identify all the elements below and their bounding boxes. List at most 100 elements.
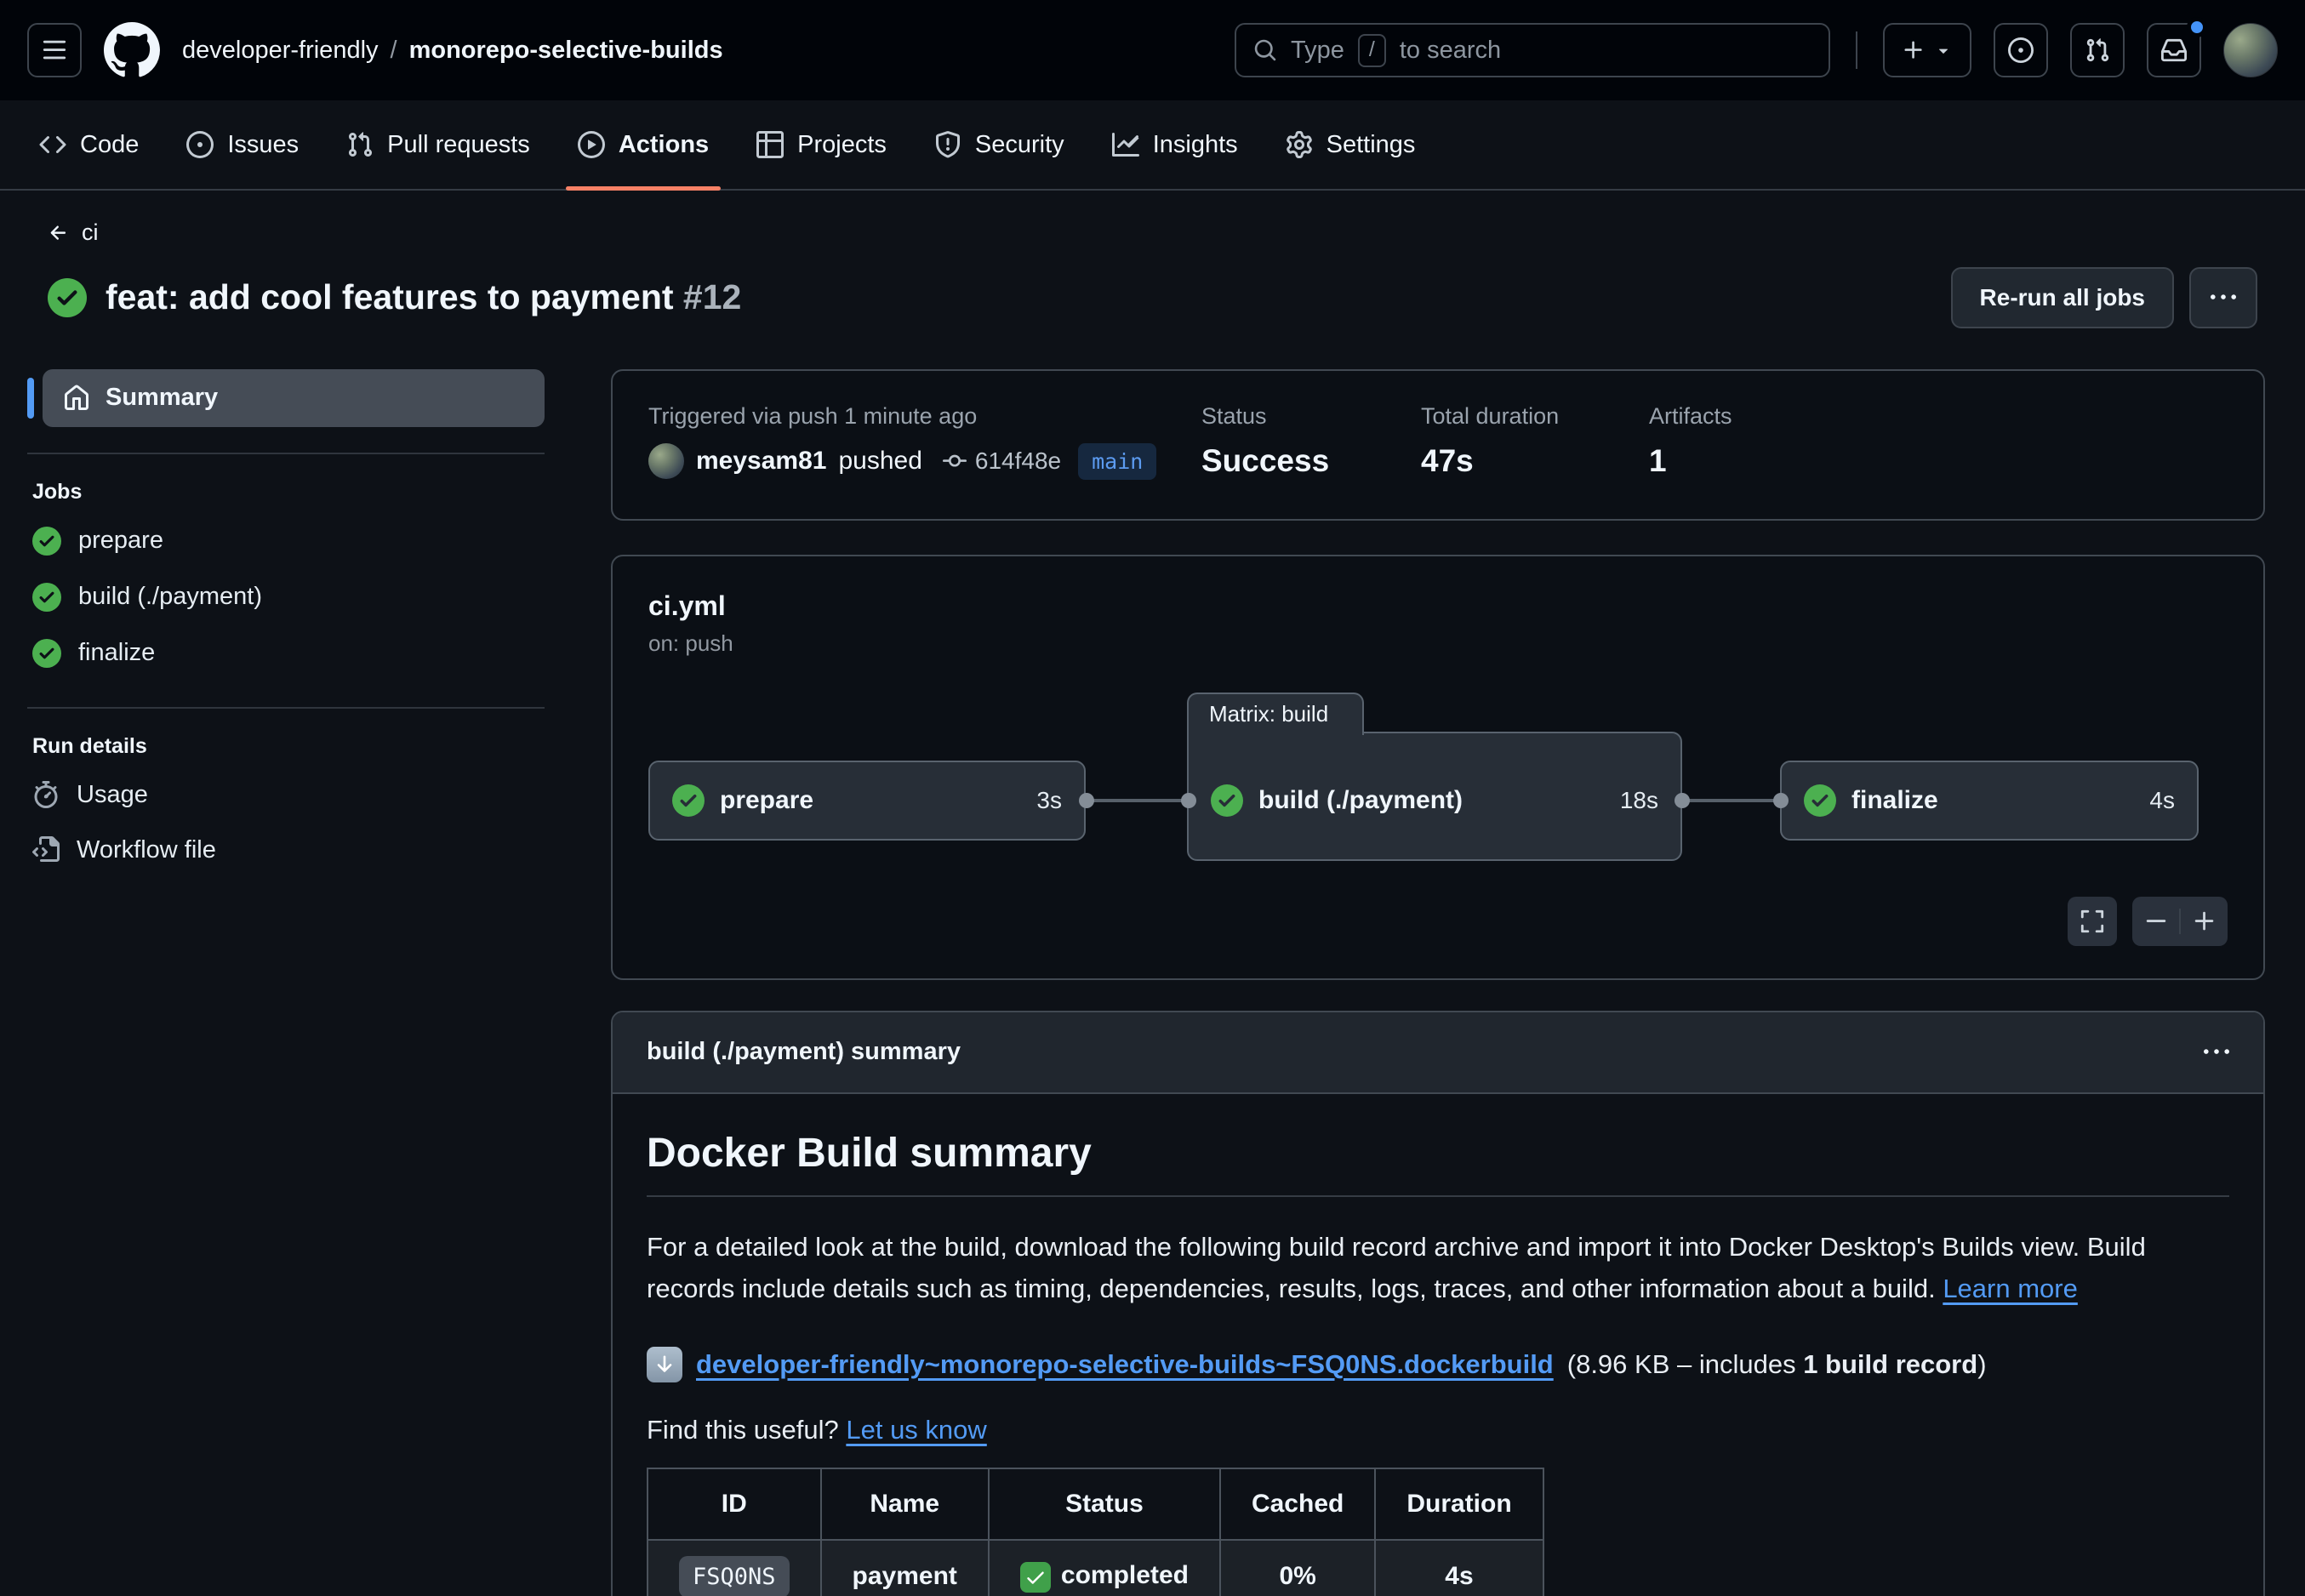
breadcrumb: developer-friendly / monorepo-selective-… — [182, 37, 723, 65]
tab-settings[interactable]: Settings — [1262, 100, 1440, 189]
node-duration: 18s — [1620, 787, 1658, 814]
tab-label: Settings — [1327, 131, 1416, 159]
graph-node-build-payment[interactable]: build (./payment) 18s — [1189, 761, 1680, 841]
graph-zoom-controls — [2132, 897, 2228, 946]
cell-name: payment — [821, 1540, 989, 1596]
sidebar-item-summary[interactable]: Summary — [43, 369, 545, 427]
user-avatar[interactable] — [2223, 23, 2278, 77]
actor-link[interactable]: meysam81 — [696, 447, 826, 476]
job-summary-kebab-button[interactable] — [2204, 1040, 2229, 1065]
sidebar-divider — [27, 453, 545, 454]
kebab-icon — [2211, 285, 2236, 311]
slash-keycap: / — [1358, 34, 1386, 67]
workflow-name: ci — [82, 219, 99, 246]
status-label: Status — [1201, 403, 1421, 430]
breadcrumb-owner-link[interactable]: developer-friendly — [182, 37, 379, 65]
check-circle-icon — [32, 639, 61, 668]
issues-dashboard-button[interactable] — [1994, 23, 2048, 77]
node-duration: 4s — [2149, 787, 2175, 814]
run-stats-panel: Triggered via push 1 minute ago meysam81… — [611, 369, 2265, 521]
status-value: Success — [1201, 443, 1421, 479]
actor-avatar[interactable] — [648, 443, 684, 479]
hamburger-menu-button[interactable] — [27, 23, 82, 77]
graph-edge-dot — [1181, 793, 1196, 808]
tab-issues[interactable]: Issues — [163, 100, 322, 189]
job-label: build (./payment) — [78, 583, 262, 611]
stopwatch-icon — [32, 781, 60, 808]
node-label: prepare — [720, 786, 813, 815]
search-input[interactable]: Type / to search — [1235, 23, 1830, 77]
cell-id: FSQ0NS — [648, 1540, 821, 1596]
learn-more-link[interactable]: Learn more — [1943, 1274, 2078, 1303]
sidebar-job-build-payment[interactable]: build (./payment) — [27, 569, 545, 625]
pull-requests-dashboard-button[interactable] — [2070, 23, 2125, 77]
graph-edge-dot — [1773, 793, 1789, 808]
run-success-check-icon — [48, 278, 87, 317]
tab-pull-requests[interactable]: Pull requests — [322, 100, 554, 189]
graph-node-finalize[interactable]: finalize 4s — [1780, 761, 2199, 841]
create-new-button[interactable] — [1883, 23, 1971, 77]
tab-projects[interactable]: Projects — [733, 100, 910, 189]
workflow-file-label: Workflow file — [77, 836, 216, 864]
zoom-in-button[interactable] — [2179, 909, 2228, 934]
sidebar-item-workflow-file[interactable]: Workflow file — [27, 823, 545, 878]
graph-node-prepare[interactable]: prepare 3s — [648, 761, 1086, 841]
sidebar-divider — [27, 707, 545, 709]
issue-opened-icon — [186, 131, 214, 158]
rerun-all-jobs-button[interactable]: Re-run all jobs — [1951, 267, 2174, 328]
breadcrumb-repo-link[interactable]: monorepo-selective-builds — [409, 37, 723, 65]
artifacts-label: Artifacts — [1649, 403, 1732, 430]
let-us-know-link[interactable]: Let us know — [846, 1415, 986, 1445]
tab-security[interactable]: Security — [910, 100, 1088, 189]
tab-label: Issues — [227, 131, 299, 159]
search-placeholder-suffix: to search — [1400, 37, 1501, 65]
global-header: developer-friendly / monorepo-selective-… — [0, 0, 2305, 100]
run-main-content: Triggered via push 1 minute ago meysam81… — [611, 369, 2265, 1596]
col-header-duration: Duration — [1375, 1468, 1543, 1540]
check-circle-icon — [32, 527, 61, 556]
minus-icon — [2143, 909, 2169, 934]
col-header-status: Status — [989, 1468, 1220, 1540]
usage-label: Usage — [77, 781, 148, 809]
run-options-kebab-button[interactable] — [2189, 267, 2257, 328]
graph-edge-dot — [1675, 793, 1690, 808]
jobs-heading: Jobs — [32, 480, 545, 504]
selected-indicator-bar — [27, 378, 34, 419]
workflow-file-name: ci.yml — [648, 590, 2228, 622]
status-text: completed — [1061, 1561, 1189, 1589]
check-circle-icon — [1211, 784, 1243, 817]
graph-edge-dot — [1079, 793, 1094, 808]
description-text: For a detailed look at the build, downlo… — [647, 1232, 2146, 1303]
tab-label: Code — [80, 131, 139, 159]
node-label: build (./payment) — [1258, 786, 1463, 815]
github-logo[interactable] — [104, 22, 160, 78]
sidebar-item-usage[interactable]: Usage — [27, 767, 545, 823]
graph-fullscreen-button[interactable] — [2068, 897, 2117, 946]
branch-badge[interactable]: main — [1078, 443, 1156, 480]
build-record-download-link[interactable]: developer-friendly~monorepo-selective-bu… — [696, 1349, 1554, 1380]
download-file-meta: (8.96 KB – includes 1 build record) — [1567, 1349, 1987, 1380]
sidebar-job-prepare[interactable]: prepare — [27, 513, 545, 569]
github-octocat-icon — [104, 22, 160, 78]
commit-sha-link[interactable]: 614f48e — [975, 447, 1061, 475]
tab-label: Insights — [1153, 131, 1238, 159]
pull-request-icon — [2085, 37, 2110, 63]
issue-opened-icon — [2008, 37, 2034, 63]
repo-tab-bar: Code Issues Pull requests Actions Projec… — [0, 100, 2305, 191]
inbox-button[interactable] — [2147, 23, 2201, 77]
build-id-chip: FSQ0NS — [679, 1556, 790, 1596]
tab-insights[interactable]: Insights — [1088, 100, 1262, 189]
back-to-workflow-link[interactable]: ci — [48, 219, 99, 246]
cell-status: completed — [989, 1540, 1220, 1596]
tab-code[interactable]: Code — [15, 100, 163, 189]
col-header-name: Name — [821, 1468, 989, 1540]
sidebar-job-finalize[interactable]: finalize — [27, 625, 545, 681]
artifacts-count: 1 — [1649, 443, 1732, 479]
header-divider — [1856, 31, 1857, 69]
download-arrow-icon — [647, 1347, 682, 1382]
cell-cached: 0% — [1220, 1540, 1375, 1596]
check-circle-icon — [32, 583, 61, 612]
tab-actions[interactable]: Actions — [554, 100, 733, 189]
zoom-out-button[interactable] — [2132, 909, 2179, 934]
pull-request-icon — [346, 131, 374, 158]
